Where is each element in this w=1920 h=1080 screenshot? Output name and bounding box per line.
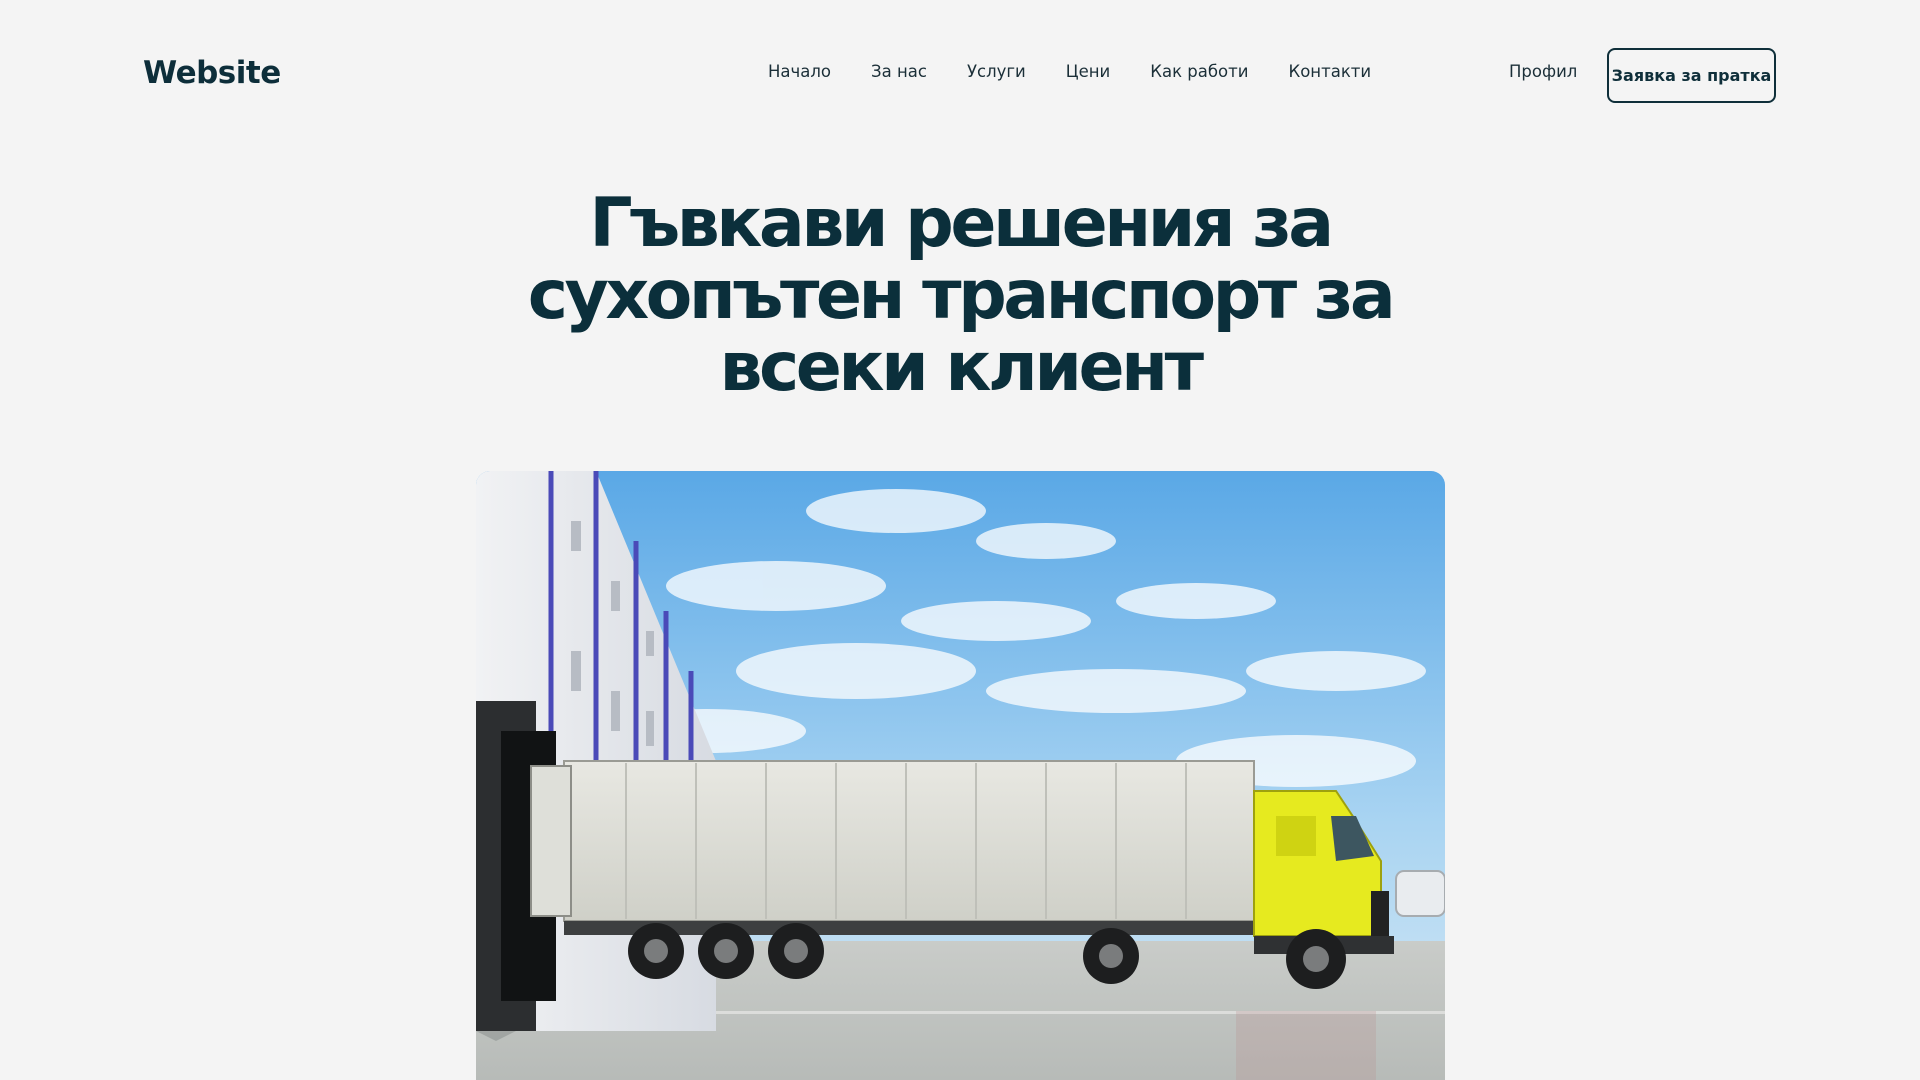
nav-item-contacts[interactable]: Контакти <box>1289 62 1372 81</box>
nav-item-prices[interactable]: Цени <box>1066 62 1110 81</box>
hero-title-line-1: Гъвкави решения за <box>589 184 1334 263</box>
nav-item-home[interactable]: Начало <box>768 62 831 81</box>
hero-truck-image <box>476 471 1445 1080</box>
nav-item-how-it-works[interactable]: Как работи <box>1150 62 1248 81</box>
trailer <box>563 760 1255 922</box>
truck-illustration <box>476 471 1445 1080</box>
hero-title-line-3: всеки клиент <box>719 328 1204 407</box>
nav-item-services[interactable]: Услуги <box>967 62 1026 81</box>
shipment-request-button[interactable]: Заявка за пратка <box>1607 48 1776 103</box>
distant-vehicle <box>1395 870 1445 917</box>
nav-item-about[interactable]: За нас <box>871 62 927 81</box>
site-header: Website Начало За нас Услуги Цени Как ра… <box>0 0 1920 150</box>
page: Website Начало За нас Услуги Цени Как ра… <box>0 0 1920 1080</box>
site-logo[interactable]: Website <box>143 55 281 91</box>
hero-title-line-2: сухопътен транспорт за <box>527 256 1396 335</box>
profile-link[interactable]: Профил <box>1509 62 1577 81</box>
hero-title: Гъвкави решения за сухопътен транспорт з… <box>460 188 1460 404</box>
main-nav: Начало За нас Услуги Цени Как работи Кон… <box>768 62 1371 81</box>
